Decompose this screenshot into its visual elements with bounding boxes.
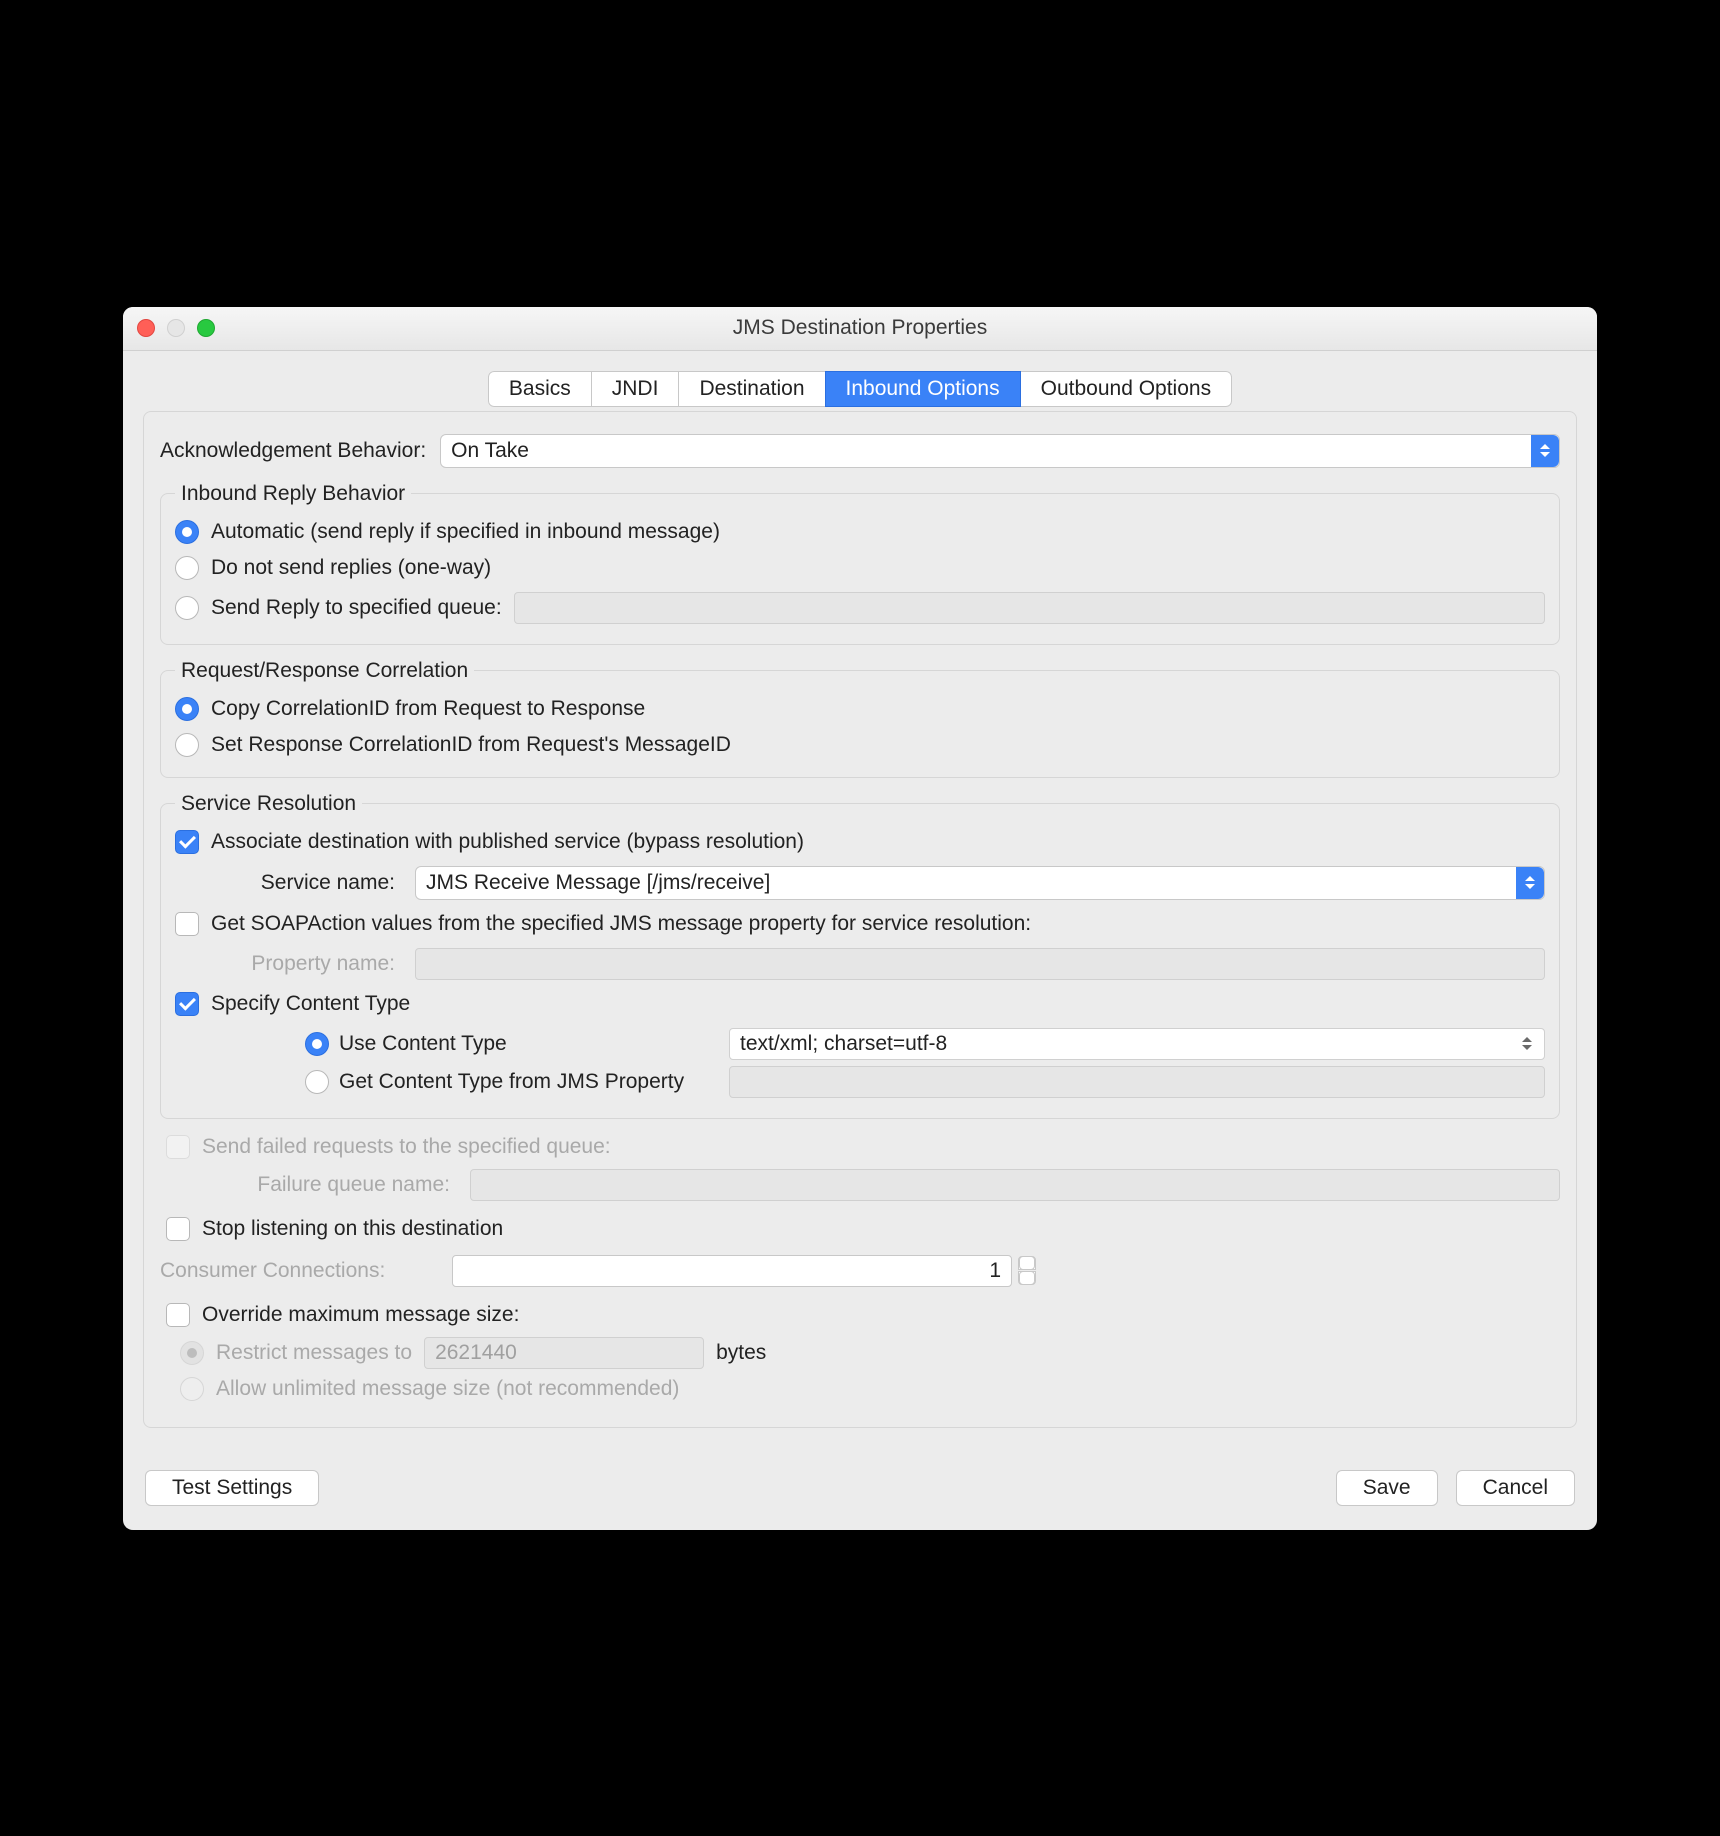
inbound-reply-group: Inbound Reply Behavior Automatic (send r… [160,482,1560,645]
dialog-window: JMS Destination Properties Basics JNDI D… [123,307,1597,1530]
check-override-max-size-label: Override maximum message size: [202,1303,519,1327]
cancel-button[interactable]: Cancel [1456,1470,1575,1506]
ack-value: On Take [451,439,529,463]
tab-jndi[interactable]: JNDI [591,371,680,407]
radio-use-content-type-label: Use Content Type [339,1032,719,1056]
service-name-label: Service name: [225,871,395,895]
service-resolution-legend: Service Resolution [175,792,362,816]
radio-reply-none-label: Do not send replies (one-way) [211,556,491,580]
radio-reply-automatic-label: Automatic (send reply if specified in in… [211,520,720,544]
radio-corr-set[interactable] [175,733,199,757]
tab-bar: Basics JNDI Destination Inbound Options … [143,371,1577,407]
save-button[interactable]: Save [1336,1470,1438,1506]
radio-reply-automatic[interactable] [175,520,199,544]
tab-inbound-options[interactable]: Inbound Options [825,371,1021,407]
check-stop-listening[interactable] [166,1217,190,1241]
check-soapaction[interactable] [175,912,199,936]
restrict-bytes-field: 2621440 [424,1337,704,1369]
consumer-connections-value[interactable]: 1 [452,1255,1012,1287]
consumer-connections-label: Consumer Connections: [160,1259,440,1283]
check-soapaction-label: Get SOAPAction values from the specified… [211,912,1031,936]
radio-unlimited-size-label: Allow unlimited message size (not recomm… [216,1377,679,1401]
tab-basics[interactable]: Basics [488,371,592,407]
service-name-value: JMS Receive Message [/jms/receive] [426,871,770,895]
check-send-failed-label: Send failed requests to the specified qu… [202,1135,611,1159]
check-specify-content-type-label: Specify Content Type [211,992,410,1016]
check-associate-service-label: Associate destination with published ser… [211,830,804,854]
content-area: Basics JNDI Destination Inbound Options … [123,351,1597,1452]
reply-queue-field[interactable] [514,592,1545,624]
radio-ct-from-property-label: Get Content Type from JMS Property [339,1070,719,1094]
correlation-group: Request/Response Correlation Copy Correl… [160,659,1560,778]
test-settings-button[interactable]: Test Settings [145,1470,319,1506]
service-name-select[interactable]: JMS Receive Message [/jms/receive] [415,866,1545,900]
chevron-updown-icon [1522,1032,1538,1056]
check-specify-content-type[interactable] [175,992,199,1016]
tab-destination[interactable]: Destination [678,371,825,407]
radio-reply-queue-label: Send Reply to specified queue: [211,596,502,620]
consumer-connections-stepper[interactable]: 1 [452,1255,1036,1287]
titlebar: JMS Destination Properties [123,307,1597,351]
ct-property-field [729,1066,1545,1098]
chevron-updown-icon [1516,867,1544,899]
step-down-icon[interactable] [1018,1271,1036,1285]
radio-reply-queue[interactable] [175,596,199,620]
radio-reply-none[interactable] [175,556,199,580]
tab-outbound-options[interactable]: Outbound Options [1020,371,1232,407]
check-send-failed [166,1135,190,1159]
window-title: JMS Destination Properties [123,316,1597,340]
chevron-updown-icon [1531,435,1559,467]
radio-use-content-type[interactable] [305,1032,329,1056]
radio-corr-copy[interactable] [175,697,199,721]
radio-corr-set-label: Set Response CorrelationID from Request'… [211,733,731,757]
radio-corr-copy-label: Copy CorrelationID from Request to Respo… [211,697,645,721]
ack-select[interactable]: On Take [440,434,1560,468]
content-type-value: text/xml; charset=utf-8 [740,1032,947,1056]
failure-queue-field [470,1169,1560,1201]
inbound-panel: Acknowledgement Behavior: On Take Inboun… [143,411,1577,1428]
service-resolution-group: Service Resolution Associate destination… [160,792,1560,1119]
dialog-footer: Test Settings Save Cancel [123,1452,1597,1530]
radio-restrict-size-label: Restrict messages to [216,1341,412,1365]
radio-restrict-size [180,1341,204,1365]
content-type-combo[interactable]: text/xml; charset=utf-8 [729,1028,1545,1060]
radio-ct-from-property[interactable] [305,1070,329,1094]
inbound-reply-legend: Inbound Reply Behavior [175,482,411,506]
check-override-max-size[interactable] [166,1303,190,1327]
bytes-unit-label: bytes [716,1341,766,1365]
step-up-icon[interactable] [1018,1256,1036,1270]
correlation-legend: Request/Response Correlation [175,659,474,683]
failure-queue-label: Failure queue name: [210,1173,450,1197]
check-stop-listening-label: Stop listening on this destination [202,1217,503,1241]
property-name-label: Property name: [225,952,395,976]
radio-unlimited-size [180,1377,204,1401]
property-name-field [415,948,1545,980]
ack-label: Acknowledgement Behavior: [160,439,426,463]
check-associate-service[interactable] [175,830,199,854]
